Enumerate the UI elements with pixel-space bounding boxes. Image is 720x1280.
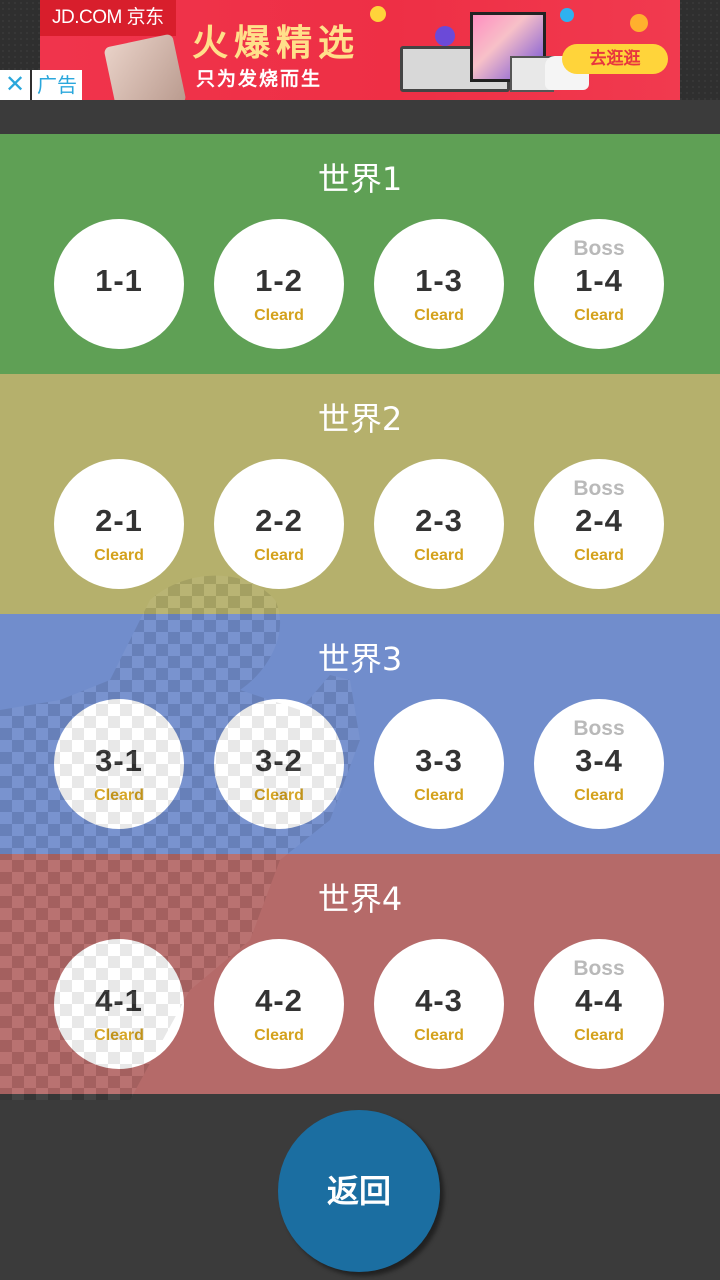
world-panel-1: 世界1 1-1 1-2 Cleard 1-3 Cleard Boss 1-4 C…	[0, 134, 720, 374]
world-panel-3: 世界3 3-1 Cleard 3-2 Cleard 3-3 Cleard Bos…	[0, 614, 720, 854]
level-button-3-1[interactable]: 3-1 Cleard	[54, 699, 184, 829]
ad-confetti	[630, 14, 648, 32]
ad-headline: 火爆精选	[192, 23, 361, 64]
world-title: 世界1	[317, 160, 403, 198]
level-number: 3-3	[415, 743, 463, 778]
level-button-4-4[interactable]: Boss 4-4 Cleard	[534, 939, 664, 1069]
boss-label: Boss	[573, 957, 625, 980]
level-button-1-4[interactable]: Boss 1-4 Cleard	[534, 219, 664, 349]
level-number: 2-3	[415, 503, 463, 538]
level-button-4-1[interactable]: 4-1 Cleard	[54, 939, 184, 1069]
level-status: Cleard	[574, 547, 624, 564]
level-number: 3-2	[255, 743, 303, 778]
ad-close-icon[interactable]: ✕	[0, 70, 30, 100]
boss-label: Boss	[573, 717, 625, 740]
level-button-3-4[interactable]: Boss 3-4 Cleard	[534, 699, 664, 829]
level-number: 4-3	[415, 983, 463, 1018]
level-status: Cleard	[254, 547, 304, 564]
level-button-1-2[interactable]: 1-2 Cleard	[214, 219, 344, 349]
level-status: Cleard	[414, 547, 464, 564]
world-title: 世界4	[317, 880, 403, 918]
level-status: Cleard	[254, 307, 304, 324]
ad-bar: JD.COM 京东 火爆精选 只为发烧而生 去逛逛 ✕ 广告	[0, 0, 720, 100]
ad-phone-image	[103, 33, 187, 100]
world-title: 世界3	[317, 640, 403, 678]
level-status: Cleard	[94, 787, 144, 804]
level-status: Cleard	[574, 1027, 624, 1044]
level-button-1-1[interactable]: 1-1	[54, 219, 184, 349]
level-status: Cleard	[574, 307, 624, 324]
level-button-2-3[interactable]: 2-3 Cleard	[374, 459, 504, 589]
level-number: 2-4	[575, 503, 623, 538]
level-number: 2-1	[95, 503, 143, 538]
level-status: Cleard	[414, 307, 464, 324]
level-status: Cleard	[254, 1027, 304, 1044]
level-status: Cleard	[574, 787, 624, 804]
level-status: Cleard	[254, 787, 304, 804]
world-panel-2: 世界2 2-1 Cleard 2-2 Cleard 2-3 Cleard Bos…	[0, 374, 720, 614]
back-button[interactable]: 返回	[278, 1110, 440, 1272]
boss-label: Boss	[573, 237, 625, 260]
level-number: 1-4	[575, 263, 623, 298]
level-button-1-3[interactable]: 1-3 Cleard	[374, 219, 504, 349]
level-button-4-2[interactable]: 4-2 Cleard	[214, 939, 344, 1069]
level-status: Cleard	[94, 547, 144, 564]
ad-label: 广告	[32, 70, 82, 100]
level-number: 4-4	[575, 983, 623, 1018]
level-number: 4-2	[255, 983, 303, 1018]
level-status: Cleard	[94, 1027, 144, 1044]
level-number: 1-2	[255, 263, 303, 298]
level-number: 4-1	[95, 983, 143, 1018]
ad-brand-logo: JD.COM 京东	[40, 0, 176, 36]
level-number: 2-2	[255, 503, 303, 538]
level-number: 3-4	[575, 743, 623, 778]
level-number: 1-3	[415, 263, 463, 298]
ad-confetti	[435, 26, 455, 46]
ad-confetti	[370, 6, 386, 22]
ad-confetti	[560, 8, 574, 22]
world-panel-4: 世界4 4-1 Cleard 4-2 Cleard 4-3 Cleard Bos…	[0, 854, 720, 1094]
ad-subline: 只为发烧而生	[196, 68, 323, 90]
world-title: 世界2	[317, 400, 403, 438]
level-button-2-2[interactable]: 2-2 Cleard	[214, 459, 344, 589]
level-status: Cleard	[414, 787, 464, 804]
ad-banner[interactable]: JD.COM 京东 火爆精选 只为发烧而生 去逛逛	[40, 0, 680, 100]
level-button-3-3[interactable]: 3-3 Cleard	[374, 699, 504, 829]
level-number: 3-1	[95, 743, 143, 778]
level-button-3-2[interactable]: 3-2 Cleard	[214, 699, 344, 829]
level-button-2-4[interactable]: Boss 2-4 Cleard	[534, 459, 664, 589]
level-button-2-1[interactable]: 2-1 Cleard	[54, 459, 184, 589]
level-button-4-3[interactable]: 4-3 Cleard	[374, 939, 504, 1069]
level-number: 1-1	[95, 263, 143, 298]
level-status: Cleard	[414, 1027, 464, 1044]
ad-cta-button[interactable]: 去逛逛	[562, 44, 668, 74]
boss-label: Boss	[573, 477, 625, 500]
